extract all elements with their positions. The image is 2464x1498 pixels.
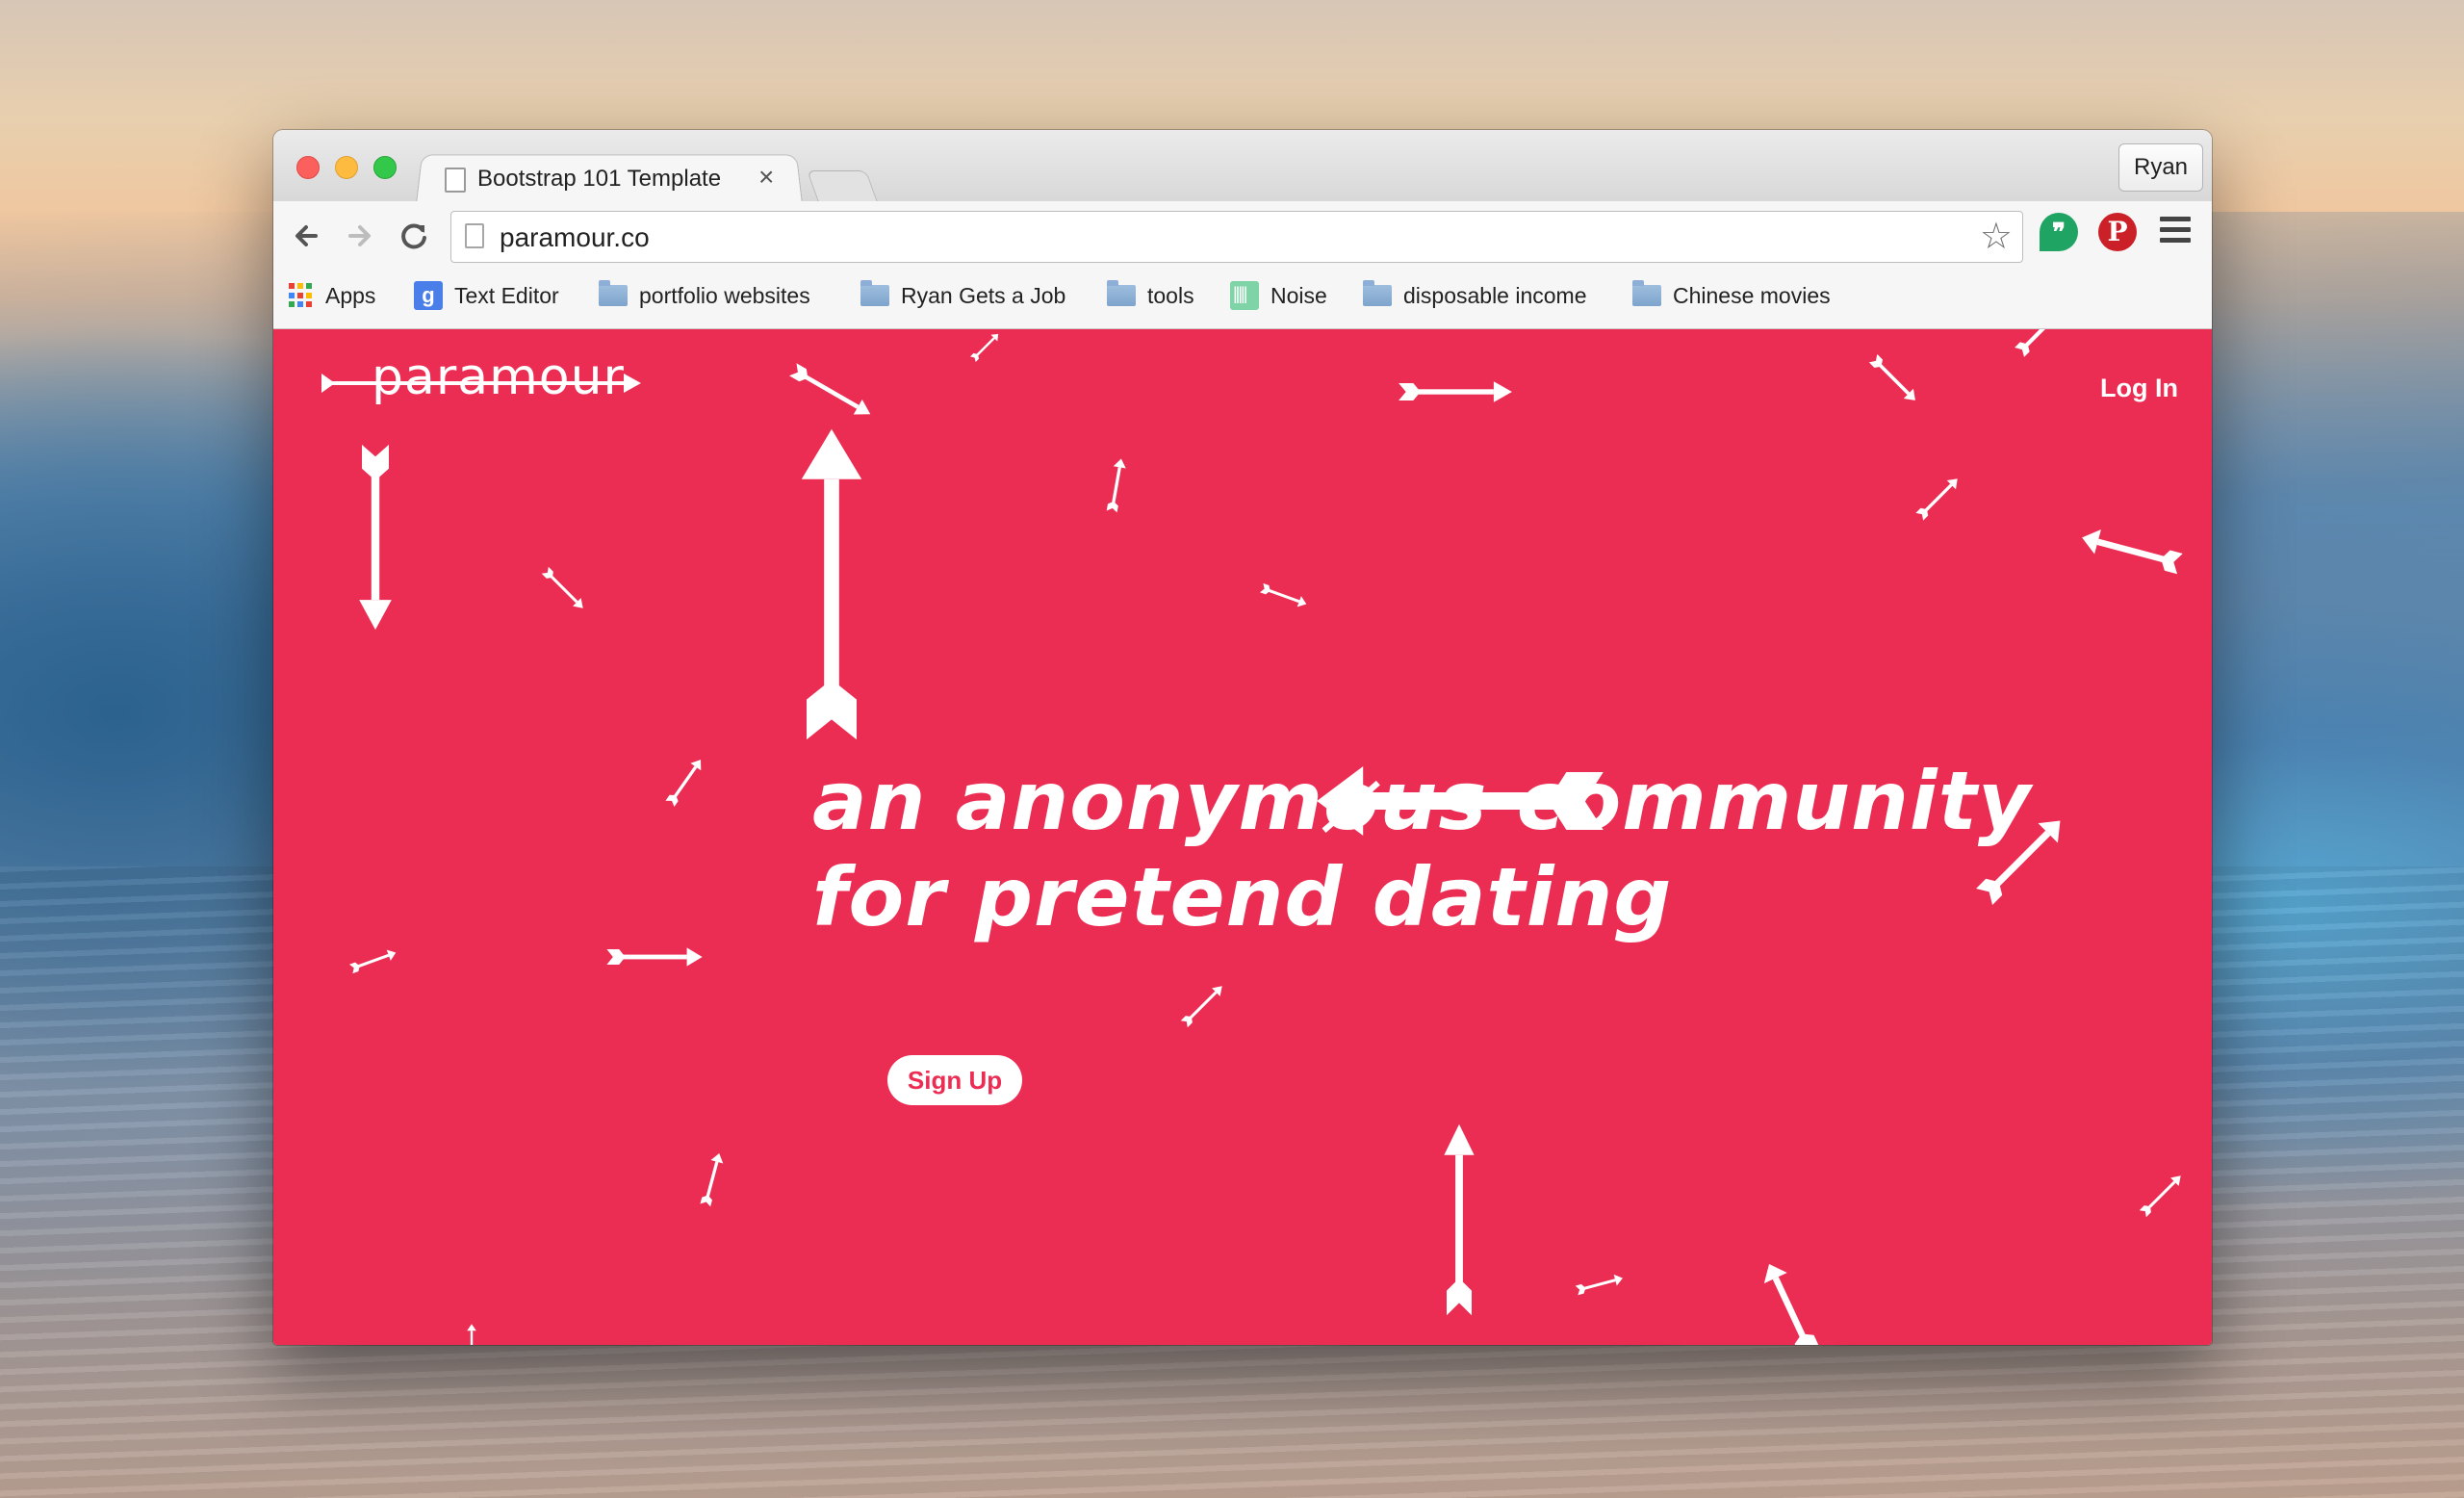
arrow-icon (1180, 982, 1226, 1028)
new-tab-button[interactable] (806, 170, 879, 202)
forward-button[interactable] (341, 217, 379, 255)
bookmark-label: Noise (1270, 282, 1327, 308)
sign-up-button[interactable]: Sign Up (887, 1055, 1022, 1105)
headline-line-2: for pretend dating (812, 850, 1673, 944)
folder-icon (1632, 280, 1661, 306)
arrow-icon (2078, 525, 2184, 577)
paramour-landing-page: paramour Log In an anonymøus community f… (273, 329, 2212, 1345)
page-icon (445, 168, 466, 193)
reload-icon (401, 223, 426, 249)
bookmark-noise[interactable]: Noise (1230, 278, 1327, 313)
forward-arrow-icon (348, 225, 371, 246)
bookmark-label: disposable income (1403, 282, 1587, 308)
arrow-icon (801, 428, 862, 740)
arrow-icon (969, 330, 1002, 363)
bookmark-label: Chinese movies (1673, 282, 1831, 308)
maximize-window-button[interactable] (373, 156, 397, 179)
noise-icon (1230, 281, 1259, 310)
arrow-icon (664, 756, 706, 808)
reload-button[interactable] (395, 217, 433, 255)
tab-title: Bootstrap 101 Template (477, 166, 722, 192)
bookmark-label: portfolio websites (639, 282, 810, 308)
bookmark-portfolio-websites[interactable]: portfolio websites (599, 278, 810, 313)
back-button[interactable] (287, 217, 325, 255)
bookmark-label: Apps (325, 282, 376, 308)
arrow-icon (1914, 474, 1963, 522)
arrow-icon (2014, 329, 2067, 358)
arrow-icon (2139, 1172, 2185, 1218)
browser-toolbar: paramour.co ☆ ❞ P Apps g Text Editor por… (273, 201, 2212, 329)
arrow-icon (1867, 352, 1921, 406)
pinterest-extension-icon[interactable]: P (2098, 213, 2137, 251)
tab-close-icon[interactable]: × (758, 162, 774, 193)
bookmark-label: tools (1147, 282, 1194, 308)
arrow-icon (1259, 581, 1309, 610)
login-link[interactable]: Log In (2100, 374, 2178, 403)
apps-icon (289, 283, 314, 308)
arrow-icon (1399, 381, 1512, 402)
arrow-icon (348, 946, 398, 975)
arrow-icon (1444, 1124, 1475, 1316)
arrow-icon (359, 444, 392, 631)
minimize-window-button[interactable] (335, 156, 358, 179)
bookmark-label: Text Editor (454, 282, 559, 308)
arrow-icon (788, 361, 875, 423)
logo-arrow-head (624, 374, 641, 393)
headline-line-1: an anonymøus community (812, 754, 2032, 848)
folder-icon (1363, 280, 1392, 306)
bookmark-text-editor[interactable]: g Text Editor (414, 278, 559, 313)
paramour-logo[interactable]: paramour (321, 347, 641, 406)
bookmarks-bar: Apps g Text Editor portfolio websites Ry… (273, 265, 2212, 326)
bookmark-apps[interactable]: Apps (289, 278, 375, 313)
bookmark-disposable-income[interactable]: disposable income (1363, 278, 1587, 313)
google-icon: g (414, 281, 443, 310)
folder-icon (860, 280, 889, 306)
profile-button[interactable]: Ryan (2118, 143, 2203, 192)
bookmark-star-icon[interactable]: ☆ (1980, 216, 2013, 258)
folder-icon (1107, 280, 1136, 306)
bookmark-label: Ryan Gets a Job (901, 282, 1066, 308)
arrow-icon (467, 1324, 476, 1345)
bookmark-ryan-gets-a-job[interactable]: Ryan Gets a Job (860, 278, 1065, 313)
arrow-icon (1575, 1272, 1625, 1297)
folder-icon (599, 280, 628, 306)
back-arrow-icon (295, 225, 318, 246)
address-bar[interactable]: paramour.co ☆ (450, 211, 2023, 263)
hero-headline: an anonymøus community for pretend datin… (812, 753, 2032, 945)
hangouts-extension-icon[interactable]: ❞ (2040, 213, 2078, 251)
arrow-icon (1758, 1258, 1821, 1345)
arrow-icon (541, 566, 587, 612)
logo-arrow-tail (321, 374, 335, 393)
logo-text: paramour (372, 349, 625, 406)
chrome-menu-icon[interactable] (2160, 217, 2191, 244)
tab-bootstrap[interactable]: Bootstrap 101 Template × (416, 152, 801, 203)
bookmark-chinese-movies[interactable]: Chinese movies (1632, 278, 1831, 313)
bookmark-tools[interactable]: tools (1107, 278, 1194, 313)
close-window-button[interactable] (296, 156, 320, 179)
arrow-icon (1105, 457, 1128, 513)
browser-window: Bootstrap 101 Template × Ryan paramour.c… (273, 130, 2212, 1345)
url-text: paramour.co (500, 222, 650, 252)
page-icon (465, 223, 484, 248)
arrow-icon (606, 947, 703, 967)
arrow-icon (699, 1151, 726, 1207)
title-bar: Bootstrap 101 Template × Ryan (273, 130, 2212, 204)
